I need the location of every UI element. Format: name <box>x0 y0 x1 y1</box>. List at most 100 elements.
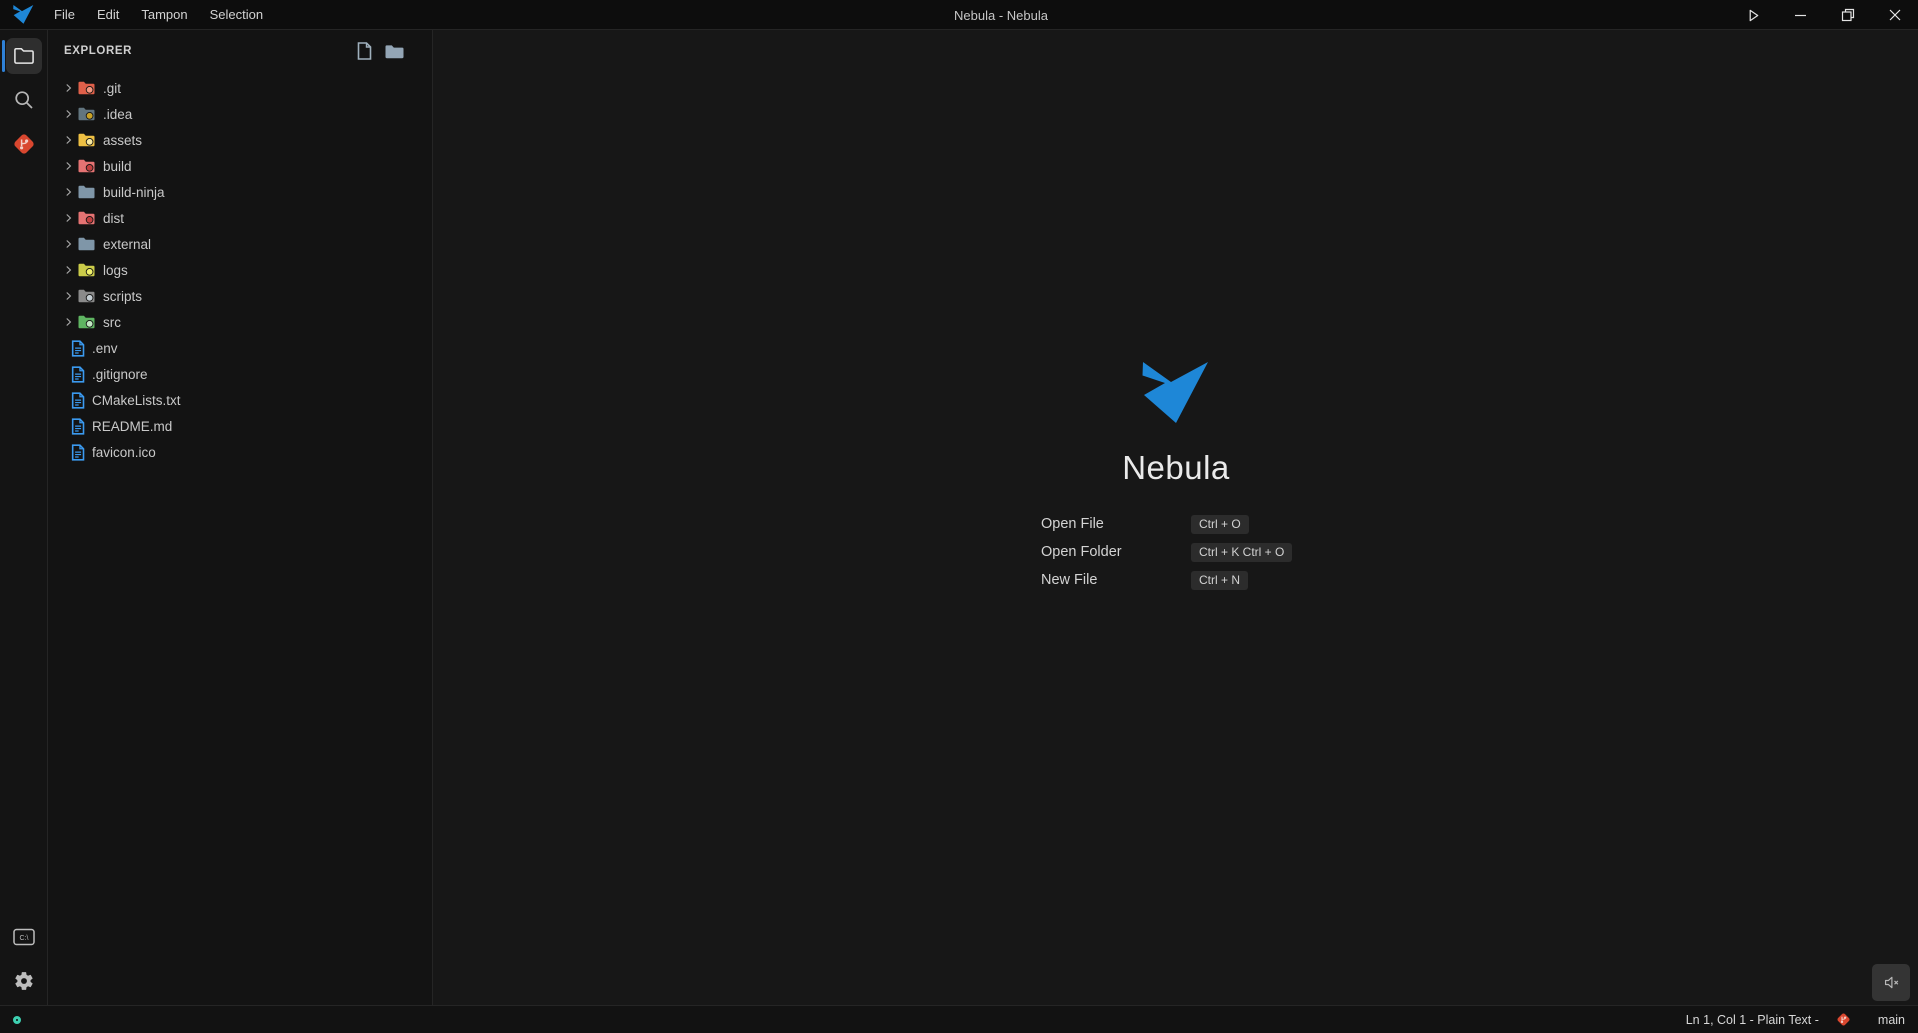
explorer-header: EXPLORER <box>48 30 432 72</box>
menu-selection[interactable]: Selection <box>199 0 274 29</box>
menu-file[interactable]: File <box>43 0 86 29</box>
play-icon <box>1746 8 1761 23</box>
folder-name: src <box>103 315 121 330</box>
file-icon <box>71 366 85 383</box>
folder-icon <box>78 133 95 147</box>
folder-icon <box>78 289 95 303</box>
tree-file-env[interactable]: .env <box>48 335 432 361</box>
folder-icon <box>78 315 95 329</box>
nebula-logo-icon <box>13 5 35 25</box>
terminal-icon: C:\ <box>13 928 35 946</box>
tree-file-cmakelists-txt[interactable]: CMakeLists.txt <box>48 387 432 413</box>
tree-folder-assets[interactable]: assets <box>48 127 432 153</box>
tree-file-readme-md[interactable]: README.md <box>48 413 432 439</box>
activity-search-button[interactable] <box>6 82 42 118</box>
file-icon <box>71 392 85 409</box>
run-button[interactable] <box>1730 0 1777 30</box>
folder-name: scripts <box>103 289 142 304</box>
tree-folder-git[interactable]: .git <box>48 75 432 101</box>
shortcut-keybinding[interactable]: Ctrl + K Ctrl + O <box>1191 543 1292 562</box>
minimize-button[interactable] <box>1777 0 1824 30</box>
chevron-right-icon <box>61 315 76 329</box>
activity-source-control-button[interactable] <box>6 126 42 162</box>
folder-icon <box>78 81 95 95</box>
tree-folder-src[interactable]: src <box>48 309 432 335</box>
remote-status-icon[interactable] <box>13 1016 21 1024</box>
chevron-right-icon <box>61 107 76 121</box>
folder-name: build <box>103 159 132 174</box>
folder-icon <box>78 159 95 173</box>
chevron-right-icon <box>61 289 76 303</box>
shortcut-open-folder: Open Folder Ctrl + K Ctrl + O <box>1041 542 1297 562</box>
welcome-panel: Nebula Open File Ctrl + O Open Folder Ct… <box>1055 361 1297 590</box>
folder-icon <box>78 211 95 225</box>
shortcut-keybinding[interactable]: Ctrl + O <box>1191 515 1249 534</box>
shortcut-open-file: Open File Ctrl + O <box>1041 514 1297 534</box>
app-name: Nebula <box>1122 449 1230 487</box>
git-branch-icon <box>1836 1012 1851 1027</box>
svg-text:C:\: C:\ <box>19 935 28 942</box>
activity-explorer-button[interactable] <box>6 38 42 74</box>
file-name: README.md <box>92 419 172 434</box>
shortcut-label: Open Folder <box>1041 544 1191 560</box>
close-icon <box>1888 8 1902 22</box>
tree-folder-logs[interactable]: logs <box>48 257 432 283</box>
shortcut-keybinding[interactable]: Ctrl + N <box>1191 571 1248 590</box>
file-icon <box>71 444 85 461</box>
explorer-icon <box>13 46 35 66</box>
folder-name: .git <box>103 81 121 96</box>
git-branch-name[interactable]: main <box>1878 1013 1905 1027</box>
folder-icon <box>78 263 95 277</box>
nebula-logo-large-icon <box>1142 361 1210 425</box>
cursor-position-status[interactable]: Ln 1, Col 1 - Plain Text - <box>1686 1013 1819 1027</box>
explorer-sidebar: EXPLORER .git <box>48 30 433 1005</box>
chevron-right-icon <box>61 81 76 95</box>
file-name: favicon.ico <box>92 445 156 460</box>
new-folder-icon[interactable] <box>385 44 404 59</box>
shortcut-list: Open File Ctrl + O Open Folder Ctrl + K … <box>1041 514 1297 590</box>
menu-edit[interactable]: Edit <box>86 0 130 29</box>
mute-button[interactable] <box>1872 964 1910 1001</box>
tree-folder-scripts[interactable]: scripts <box>48 283 432 309</box>
file-icon <box>71 340 85 357</box>
file-name: .env <box>92 341 118 356</box>
shortcut-label: Open File <box>1041 516 1191 532</box>
folder-name: logs <box>103 263 128 278</box>
menu-tampon[interactable]: Tampon <box>130 0 198 29</box>
activity-bar: C:\ <box>0 30 48 1005</box>
restore-button[interactable] <box>1824 0 1871 30</box>
shortcut-new-file: New File Ctrl + N <box>1041 570 1297 590</box>
shortcut-label: New File <box>1041 572 1191 588</box>
folder-name: build-ninja <box>103 185 165 200</box>
folder-name: external <box>103 237 151 252</box>
activity-settings-button[interactable] <box>6 963 42 999</box>
folder-icon <box>78 237 95 251</box>
tree-file-favicon-ico[interactable]: favicon.ico <box>48 439 432 465</box>
minimize-icon <box>1794 9 1807 22</box>
file-icon <box>71 418 85 435</box>
restore-icon <box>1841 8 1855 22</box>
chevron-right-icon <box>61 185 76 199</box>
folder-name: .idea <box>103 107 132 122</box>
file-name: .gitignore <box>92 367 148 382</box>
folder-icon <box>78 107 95 121</box>
tree-file-gitignore[interactable]: .gitignore <box>48 361 432 387</box>
chevron-right-icon <box>61 211 76 225</box>
tree-folder-build-ninja[interactable]: build-ninja <box>48 179 432 205</box>
tree-folder-external[interactable]: external <box>48 231 432 257</box>
file-name: CMakeLists.txt <box>92 393 181 408</box>
tree-folder-dist[interactable]: dist <box>48 205 432 231</box>
titlebar: FileEditTamponSelection Nebula - Nebula <box>0 0 1918 30</box>
close-button[interactable] <box>1871 0 1918 30</box>
speaker-mute-icon <box>1882 973 1901 992</box>
tree-folder-build[interactable]: build <box>48 153 432 179</box>
tree-folder-idea[interactable]: .idea <box>48 101 432 127</box>
new-file-icon[interactable] <box>357 42 372 60</box>
window-title: Nebula - Nebula <box>954 0 1048 30</box>
source-control-icon <box>12 132 36 156</box>
chevron-right-icon <box>61 263 76 277</box>
activity-terminal-button[interactable]: C:\ <box>6 919 42 955</box>
search-icon <box>13 89 35 111</box>
folder-name: assets <box>103 133 142 148</box>
menu-bar: FileEditTamponSelection <box>43 0 274 29</box>
